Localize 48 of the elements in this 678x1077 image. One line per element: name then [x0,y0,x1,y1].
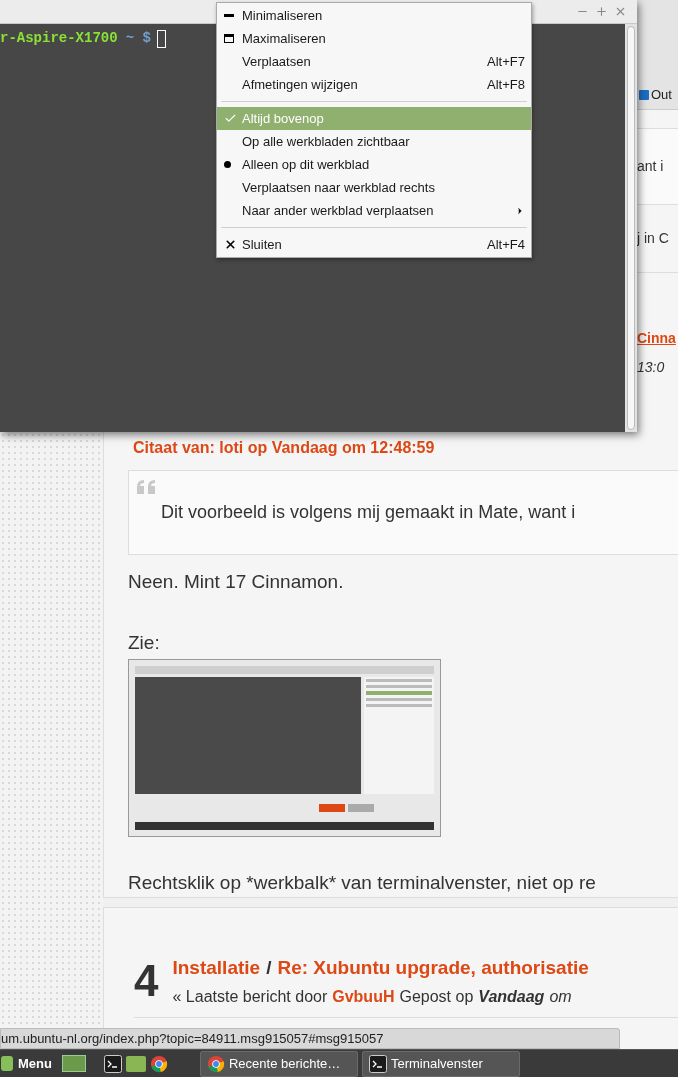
topic-link[interactable]: Re: Xubuntu upgrade, authorisatie [277,954,589,983]
scrollbar[interactable] [625,24,637,432]
menu-button[interactable]: Menu [1,1053,58,1074]
menu-item[interactable]: Verplaatsen naar werkblad rechts [217,176,531,199]
topic-link[interactable]: Cinna [637,328,678,349]
terminal-icon [368,1054,387,1073]
post-time: om [549,986,572,1007]
menu-item[interactable]: Naar ander werkblad verplaatsen [217,199,531,222]
post-meta: « Laatste bericht door [172,986,328,1007]
close-icon[interactable] [614,5,627,18]
quote-mark-icon [137,480,157,494]
menu-item[interactable]: Op alle werkbladen zichtbaar [217,130,531,153]
show-desktop-icon[interactable] [61,1055,86,1072]
menu-item[interactable]: Minimaliseren [217,4,531,27]
author-link[interactable]: GvbuuH [332,984,395,1009]
maximize-icon [224,34,234,43]
cursor [156,29,166,48]
taskbar-window-button[interactable]: Recente berichte… [199,1050,358,1077]
menu-item[interactable]: Sluiten Alt+F4 [217,233,531,256]
prompt-path: ~ $ [125,29,151,48]
close-icon [224,238,237,251]
breadcrumb-separator: / [266,956,272,980]
submenu-arrow-icon [515,205,525,216]
maximize-icon[interactable] [595,5,608,18]
status-url: um.ubuntu-nl.org/index.php?topic=84911.msg915057#msg915057 [0,1028,620,1049]
bookmark-item[interactable]: Out [637,80,678,110]
menu-item[interactable]: Alleen op dit werkblad [217,153,531,176]
menu-item[interactable]: Afmetingen wijzigen Alt+F8 [217,73,531,96]
post-text: Zie: [128,631,161,655]
board-link[interactable]: Installatie [172,954,261,983]
quote-text: Dit voorbeeld is volgens mij gemaakt in Mate, want i [161,501,576,525]
menu-item[interactable]: Verplaatsen Alt+F7 [217,50,531,73]
post-text: j in C [637,229,669,248]
minimize-icon [224,14,234,17]
topic-number: 4 [134,959,159,1004]
terminal-icon [103,1054,122,1073]
taskbar-window-button[interactable]: Terminalvenster [361,1050,520,1077]
quote-header: Citaat van: loti op Vandaag om 12:48:59 [133,438,436,458]
post-date: Vandaag [478,986,545,1007]
chrome-icon [206,1054,225,1073]
post-text: Neen. Mint 17 Cinnamon. [128,570,345,595]
post-time: 13:0 [637,358,666,377]
prompt-host: r-Aspire-X1700 [0,29,118,48]
post-meta: Gepost op [399,986,474,1007]
quote-text: ant i [637,157,664,176]
post-text: Rechtsklik op *werkbalk* van terminalvenster, niet op re [128,870,597,895]
menu-item[interactable]: Maximaliseren [217,27,531,50]
chrome-icon [149,1054,168,1073]
